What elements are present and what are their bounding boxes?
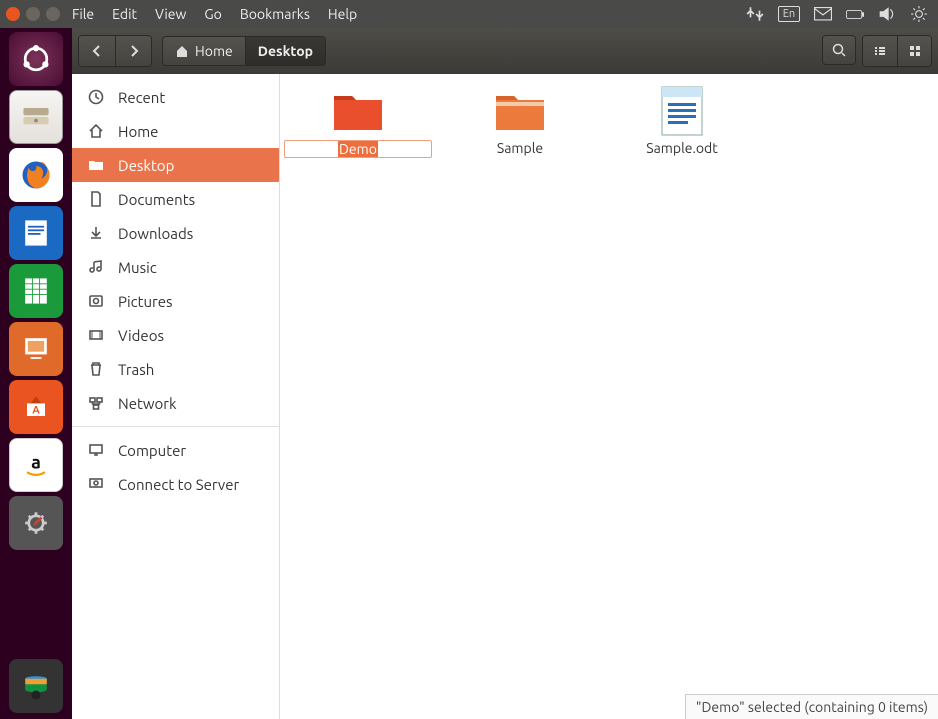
keyboard-indicator[interactable]: En (778, 6, 800, 22)
sidebar-item-label: Recent (118, 89, 165, 106)
sidebar-separator (72, 426, 279, 427)
file-rename-input[interactable]: Demo (284, 140, 432, 158)
path-home[interactable]: Home (162, 36, 246, 66)
file-label: Sample (497, 140, 543, 156)
launcher-firefox[interactable] (9, 148, 63, 202)
launcher-writer[interactable] (9, 206, 63, 260)
sidebar-trash[interactable]: Trash (72, 352, 279, 386)
svg-text:a: a (31, 453, 41, 473)
sidebar-item-label: Videos (118, 327, 164, 344)
sidebar-videos[interactable]: Videos (72, 318, 279, 352)
sidebar-home[interactable]: Home (72, 114, 279, 148)
launcher-dash[interactable] (9, 32, 63, 86)
path-home-label: Home (195, 43, 233, 59)
svg-text:A: A (32, 404, 40, 416)
window-controls (0, 7, 60, 21)
sidebar-recent[interactable]: Recent (72, 80, 279, 114)
sidebar-desktop[interactable]: Desktop (72, 148, 279, 182)
battery-indicator-icon[interactable] (846, 6, 864, 22)
path-desktop[interactable]: Desktop (246, 36, 326, 66)
sidebar-documents[interactable]: Documents (72, 182, 279, 216)
sidebar-item-label: Network (118, 395, 177, 412)
launcher-trash-workspace[interactable] (9, 659, 63, 713)
sidebar-item-label: Desktop (118, 157, 174, 174)
sidebar-network[interactable]: Network (72, 386, 279, 420)
file-label: Sample.odt (646, 140, 718, 156)
sidebar-music[interactable]: Music (72, 250, 279, 284)
search-button[interactable] (822, 35, 856, 65)
nav-buttons (78, 35, 152, 67)
window-close-button[interactable] (6, 7, 20, 21)
sidebar-item-label: Music (118, 259, 157, 276)
menu-go[interactable]: Go (204, 6, 221, 22)
document-icon (654, 88, 710, 134)
folder-icon (330, 88, 386, 134)
sidebar: Recent Home Desktop Documents Downloads … (72, 74, 280, 719)
view-grid-button[interactable] (897, 36, 931, 66)
launcher-settings[interactable] (9, 496, 63, 550)
menubar: File Edit View Go Bookmarks Help En (0, 0, 938, 28)
launcher-files[interactable] (9, 90, 63, 144)
sidebar-item-label: Downloads (118, 225, 193, 242)
menu-items: File Edit View Go Bookmarks Help (72, 6, 357, 22)
file-item-folder[interactable]: Sample (460, 88, 580, 156)
sidebar-item-label: Connect to Server (118, 476, 239, 493)
sidebar-downloads[interactable]: Downloads (72, 216, 279, 250)
path-desktop-label: Desktop (258, 43, 313, 59)
menu-help[interactable]: Help (328, 6, 357, 22)
launcher-amazon[interactable]: a (9, 438, 63, 492)
sidebar-item-label: Computer (118, 442, 186, 459)
sidebar-connect-server[interactable]: Connect to Server (72, 467, 279, 501)
file-item-document[interactable]: Sample.odt (622, 88, 742, 156)
view-mode-group (862, 35, 932, 67)
sidebar-computer[interactable]: Computer (72, 433, 279, 467)
view-list-button[interactable] (863, 36, 897, 66)
launcher-software[interactable]: A (9, 380, 63, 434)
sidebar-item-label: Trash (118, 361, 154, 378)
menu-file[interactable]: File (72, 6, 94, 22)
toolbar: Home Desktop (72, 28, 938, 74)
sidebar-item-label: Home (118, 123, 158, 140)
status-bar: "Demo" selected (containing 0 items) (685, 694, 938, 719)
window-maximize-button[interactable] (46, 7, 60, 21)
indicator-area: En (746, 6, 938, 22)
toolbar-right (822, 35, 932, 67)
mail-indicator-icon[interactable] (814, 6, 832, 22)
launcher: A a (0, 28, 72, 719)
sidebar-pictures[interactable]: Pictures (72, 284, 279, 318)
content-area[interactable]: Demo Sample Sample.odt "Demo" selected (… (280, 74, 938, 719)
pathbar: Home Desktop (162, 36, 326, 66)
back-button[interactable] (79, 36, 115, 66)
launcher-calc[interactable] (9, 264, 63, 318)
sound-indicator-icon[interactable] (878, 6, 896, 22)
sidebar-item-label: Pictures (118, 293, 173, 310)
file-label-text: Demo (338, 141, 378, 157)
folder-icon (492, 88, 548, 134)
forward-button[interactable] (115, 36, 151, 66)
menu-bookmarks[interactable]: Bookmarks (240, 6, 310, 22)
body: Recent Home Desktop Documents Downloads … (72, 74, 938, 719)
sidebar-item-label: Documents (118, 191, 195, 208)
system-indicator-icon[interactable] (910, 6, 928, 22)
launcher-impress[interactable] (9, 322, 63, 376)
file-manager-window: Home Desktop Recent Home Desktop Documen… (72, 28, 938, 719)
menu-view[interactable]: View (155, 6, 186, 22)
network-indicator-icon[interactable] (746, 6, 764, 22)
menu-edit[interactable]: Edit (112, 6, 137, 22)
window-minimize-button[interactable] (26, 7, 40, 21)
file-item-folder[interactable]: Demo (298, 88, 418, 158)
